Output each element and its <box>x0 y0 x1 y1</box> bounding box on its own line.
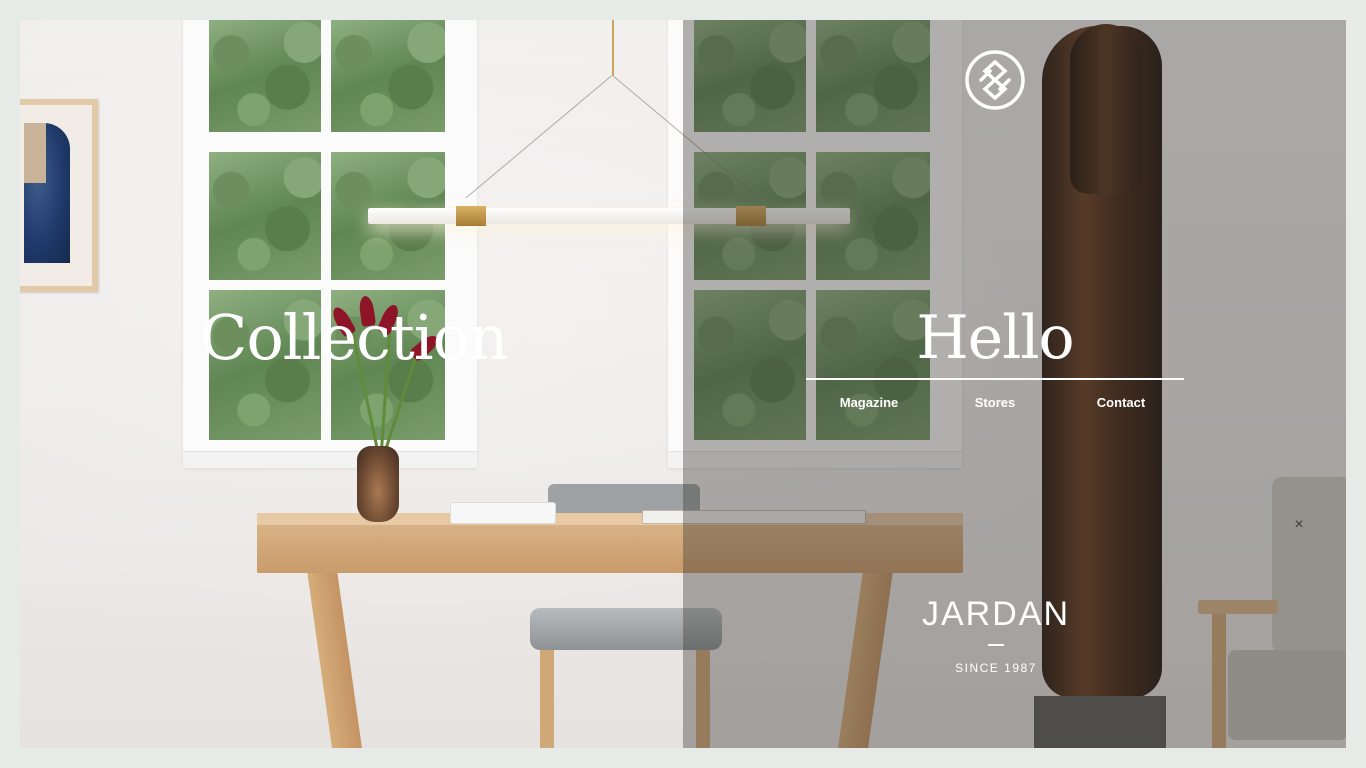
hero-frame <box>20 20 1346 748</box>
lamp-cord <box>612 20 614 76</box>
brand-block: JARDAN SINCE 1987 <box>896 594 1096 676</box>
wall-artwork <box>20 99 98 292</box>
nav-magazine[interactable]: Magazine <box>806 392 932 416</box>
hello-divider <box>806 378 1184 380</box>
brand-tagline: SINCE 1987 <box>955 661 1037 675</box>
collection-link[interactable]: Collection <box>200 300 509 376</box>
window-left <box>183 20 477 468</box>
main-nav: Magazine Stores Contact <box>806 392 1184 416</box>
interlocking-knot-icon[interactable] <box>964 49 1026 111</box>
nav-stores[interactable]: Stores <box>932 392 1058 416</box>
hello-heading: Hello <box>916 303 1074 373</box>
marble-tray <box>450 502 556 524</box>
brand-name: JARDAN <box>921 595 1071 633</box>
vase <box>357 446 399 522</box>
brand-dash <box>988 644 1004 646</box>
nav-contact[interactable]: Contact <box>1058 392 1184 416</box>
close-icon[interactable]: × <box>1290 516 1308 534</box>
